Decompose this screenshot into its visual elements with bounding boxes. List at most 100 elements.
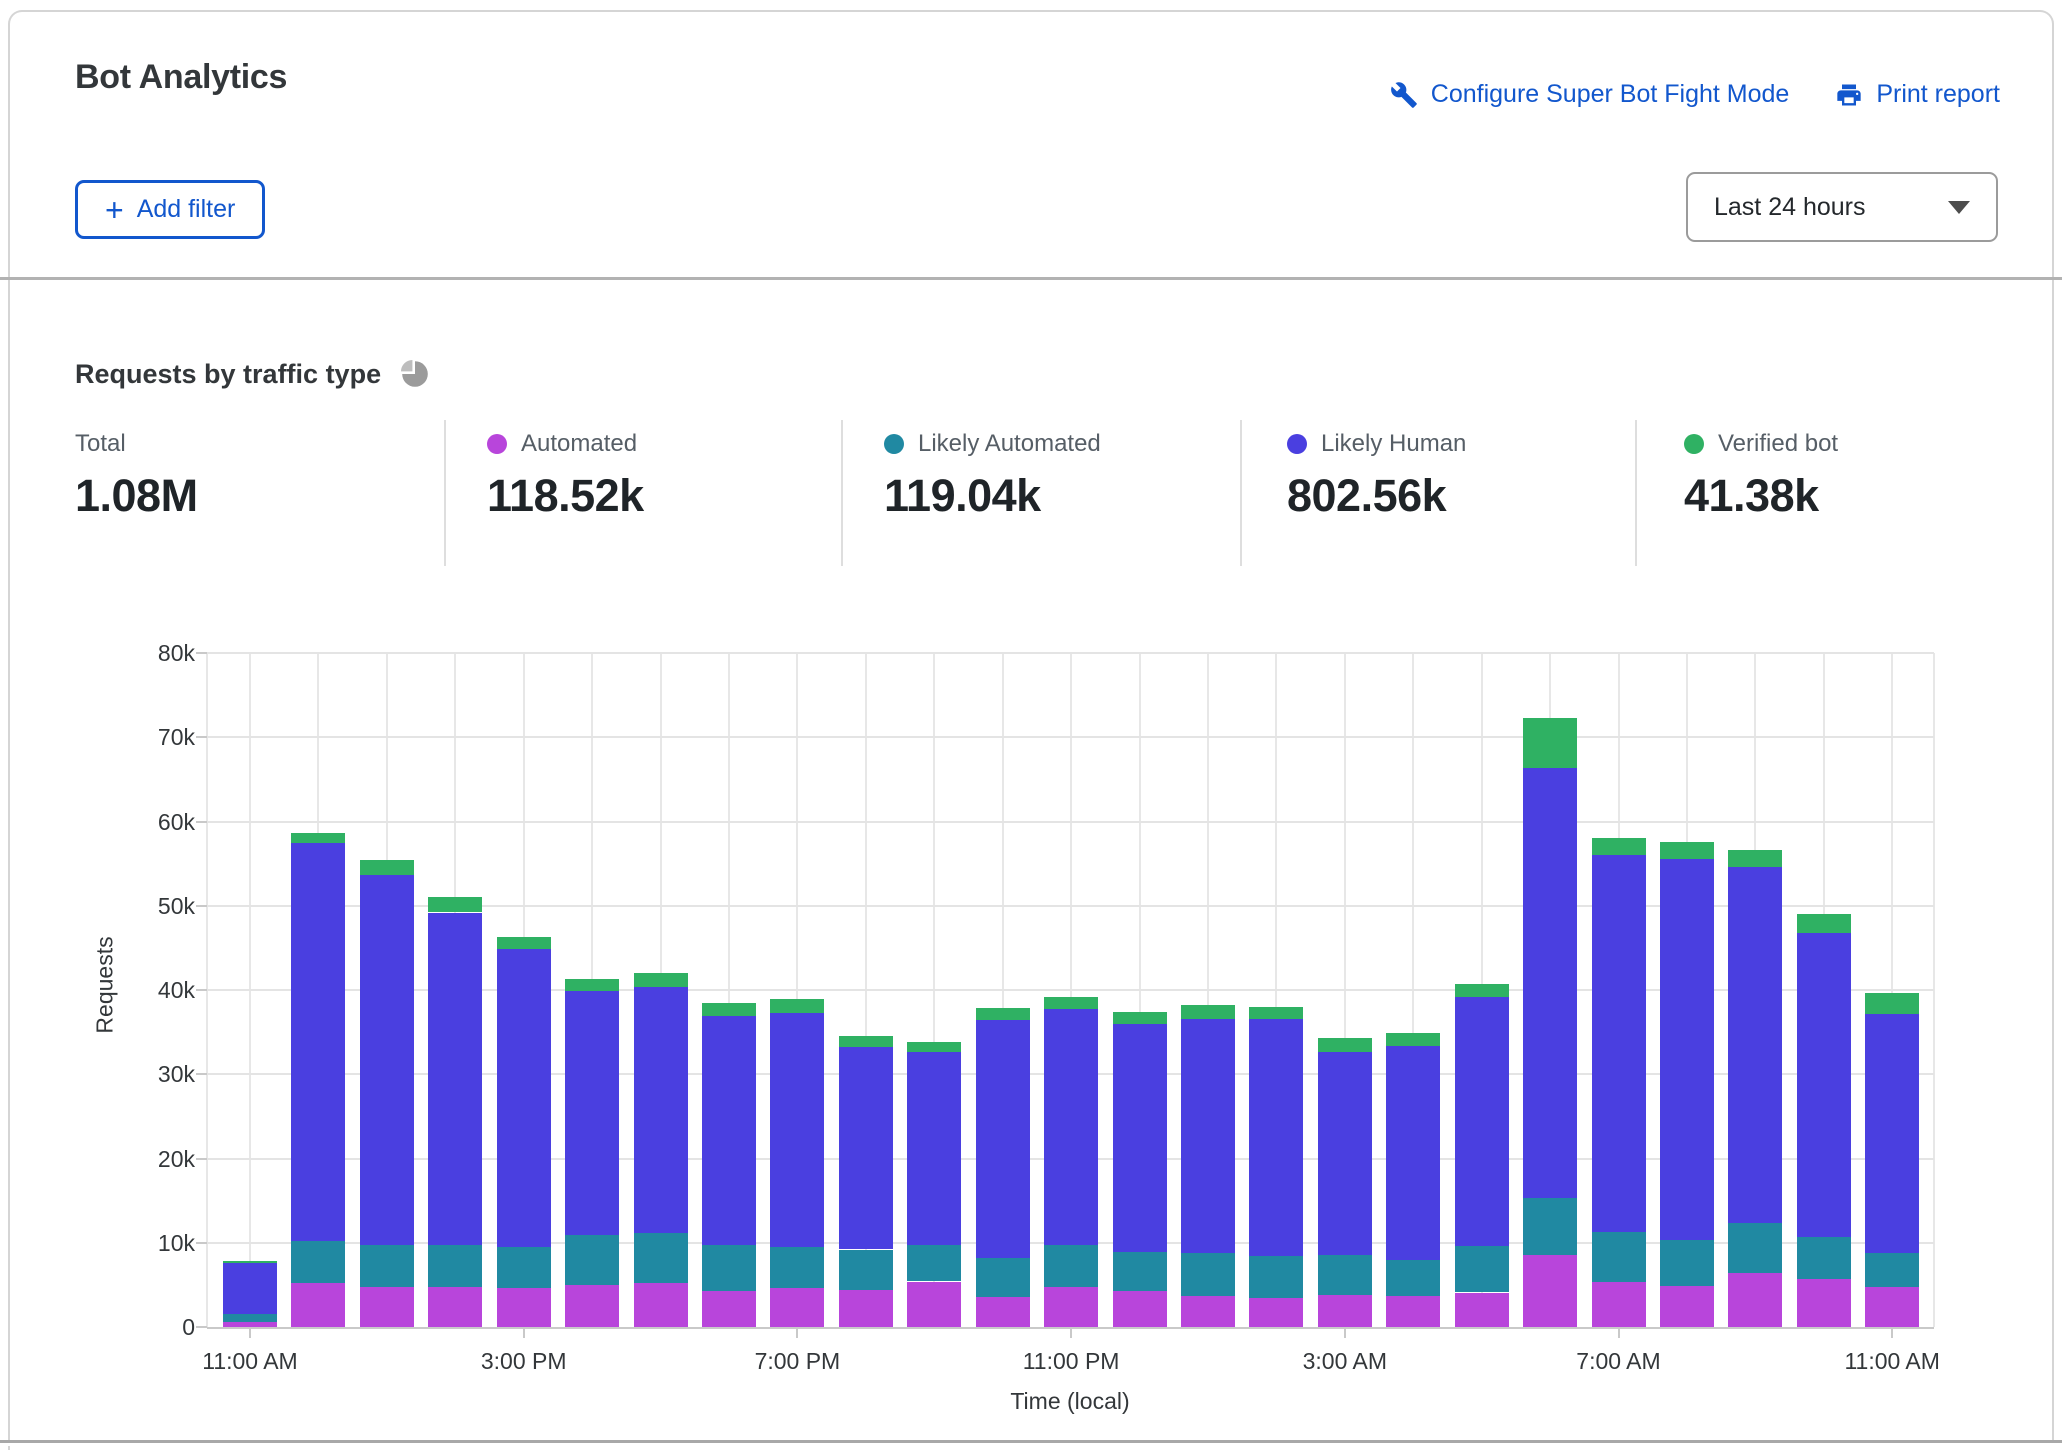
bar-segment-automated[interactable] [907, 1282, 961, 1328]
bar-segment-automated[interactable] [839, 1290, 893, 1327]
bar-segment-likely-automated[interactable] [1181, 1253, 1235, 1296]
bar-segment-verified-bot[interactable] [1523, 718, 1577, 769]
bar-segment-automated[interactable] [1044, 1287, 1098, 1327]
bar-segment-likely-human[interactable] [497, 949, 551, 1247]
bar-segment-automated[interactable] [360, 1287, 414, 1327]
bar-segment-automated[interactable] [702, 1291, 756, 1327]
bar-segment-automated[interactable] [1386, 1296, 1440, 1327]
bar-segment-likely-human[interactable] [1797, 933, 1851, 1237]
bar-segment-likely-automated[interactable] [1865, 1253, 1919, 1288]
bar-segment-likely-automated[interactable] [428, 1245, 482, 1287]
bar-segment-verified-bot[interactable] [1386, 1033, 1440, 1046]
bar-segment-likely-automated[interactable] [839, 1250, 893, 1290]
bar-segment-likely-automated[interactable] [1523, 1198, 1577, 1255]
bar-segment-likely-automated[interactable] [1113, 1252, 1167, 1291]
bar-segment-automated[interactable] [565, 1285, 619, 1327]
bar-segment-likely-human[interactable] [976, 1020, 1030, 1258]
bar-segment-automated[interactable] [497, 1288, 551, 1327]
bar-segment-likely-human[interactable] [1592, 855, 1646, 1232]
bar-segment-automated[interactable] [634, 1283, 688, 1327]
bar-segment-automated[interactable] [1728, 1273, 1782, 1327]
bar-segment-verified-bot[interactable] [360, 860, 414, 874]
bar-segment-automated[interactable] [1523, 1255, 1577, 1327]
bar-segment-verified-bot[interactable] [839, 1036, 893, 1047]
bar-segment-likely-human[interactable] [1660, 859, 1714, 1240]
bar-segment-verified-bot[interactable] [291, 833, 345, 843]
bar-segment-likely-automated[interactable] [634, 1233, 688, 1284]
bar-segment-verified-bot[interactable] [634, 973, 688, 987]
bar-segment-automated[interactable] [223, 1322, 277, 1327]
bar-segment-likely-human[interactable] [223, 1263, 277, 1314]
bar-segment-likely-human[interactable] [702, 1016, 756, 1245]
bar-segment-likely-human[interactable] [1181, 1019, 1235, 1253]
bar-segment-likely-human[interactable] [1113, 1024, 1167, 1252]
bar-segment-verified-bot[interactable] [1455, 984, 1509, 997]
bar-segment-verified-bot[interactable] [1592, 838, 1646, 855]
bar-segment-likely-automated[interactable] [1728, 1223, 1782, 1273]
bar-segment-automated[interactable] [1592, 1282, 1646, 1327]
bar-segment-likely-automated[interactable] [976, 1258, 1030, 1297]
bar-segment-likely-human[interactable] [1318, 1052, 1372, 1255]
bar-segment-likely-automated[interactable] [1044, 1245, 1098, 1286]
bar-segment-likely-automated[interactable] [291, 1241, 345, 1283]
bar-segment-likely-human[interactable] [770, 1013, 824, 1247]
bar-segment-likely-automated[interactable] [223, 1314, 277, 1322]
bar-segment-verified-bot[interactable] [1181, 1005, 1235, 1019]
bar-segment-verified-bot[interactable] [1865, 993, 1919, 1014]
bar-segment-verified-bot[interactable] [1797, 914, 1851, 933]
bar-segment-likely-human[interactable] [428, 913, 482, 1246]
bar-segment-likely-automated[interactable] [702, 1245, 756, 1291]
bar-segment-likely-automated[interactable] [1318, 1255, 1372, 1295]
bar-segment-automated[interactable] [976, 1297, 1030, 1327]
bar-segment-verified-bot[interactable] [497, 937, 551, 949]
bar-segment-likely-human[interactable] [1249, 1019, 1303, 1257]
bar-segment-likely-automated[interactable] [1386, 1260, 1440, 1296]
bar-segment-likely-human[interactable] [291, 843, 345, 1241]
bar-segment-verified-bot[interactable] [702, 1003, 756, 1017]
bar-segment-likely-automated[interactable] [565, 1235, 619, 1285]
bar-segment-likely-human[interactable] [634, 987, 688, 1233]
bar-segment-verified-bot[interactable] [1044, 997, 1098, 1010]
bar-segment-likely-automated[interactable] [907, 1245, 961, 1281]
bar-segment-likely-human[interactable] [839, 1047, 893, 1249]
bar-segment-likely-automated[interactable] [1249, 1256, 1303, 1298]
bar-segment-likely-human[interactable] [1386, 1046, 1440, 1260]
bar-segment-likely-automated[interactable] [497, 1247, 551, 1288]
bar-segment-likely-automated[interactable] [360, 1245, 414, 1287]
bar-segment-likely-human[interactable] [907, 1052, 961, 1245]
bar-segment-likely-automated[interactable] [1797, 1237, 1851, 1279]
bar-segment-automated[interactable] [770, 1288, 824, 1327]
bar-segment-verified-bot[interactable] [1660, 842, 1714, 860]
bar-segment-likely-automated[interactable] [770, 1247, 824, 1288]
bar-segment-automated[interactable] [1865, 1287, 1919, 1327]
bar-segment-verified-bot[interactable] [976, 1008, 1030, 1021]
bar-segment-likely-human[interactable] [1523, 768, 1577, 1198]
bar-segment-verified-bot[interactable] [770, 999, 824, 1013]
bar-segment-verified-bot[interactable] [565, 979, 619, 991]
bar-segment-likely-automated[interactable] [1592, 1232, 1646, 1283]
bar-segment-automated[interactable] [1797, 1279, 1851, 1327]
bar-segment-verified-bot[interactable] [1113, 1012, 1167, 1024]
bar-segment-verified-bot[interactable] [223, 1261, 277, 1263]
bar-segment-likely-human[interactable] [565, 991, 619, 1235]
bar-segment-likely-human[interactable] [360, 875, 414, 1246]
bar-segment-verified-bot[interactable] [428, 897, 482, 912]
bar-segment-verified-bot[interactable] [1728, 850, 1782, 867]
bar-segment-automated[interactable] [1318, 1295, 1372, 1327]
bar-segment-likely-human[interactable] [1044, 1009, 1098, 1245]
bar-segment-automated[interactable] [428, 1287, 482, 1327]
bar-segment-verified-bot[interactable] [1318, 1038, 1372, 1052]
bar-segment-likely-human[interactable] [1865, 1014, 1919, 1252]
bar-segment-likely-automated[interactable] [1455, 1246, 1509, 1292]
bar-segment-verified-bot[interactable] [1249, 1007, 1303, 1019]
bar-segment-automated[interactable] [1249, 1298, 1303, 1327]
bar-segment-automated[interactable] [291, 1283, 345, 1327]
bar-segment-automated[interactable] [1660, 1286, 1714, 1327]
bar-segment-likely-human[interactable] [1728, 867, 1782, 1223]
bar-segment-automated[interactable] [1181, 1296, 1235, 1327]
bar-segment-verified-bot[interactable] [907, 1042, 961, 1052]
bar-segment-likely-automated[interactable] [1660, 1240, 1714, 1286]
bar-segment-likely-human[interactable] [1455, 997, 1509, 1246]
bar-segment-automated[interactable] [1113, 1291, 1167, 1327]
bar-segment-automated[interactable] [1455, 1293, 1509, 1328]
